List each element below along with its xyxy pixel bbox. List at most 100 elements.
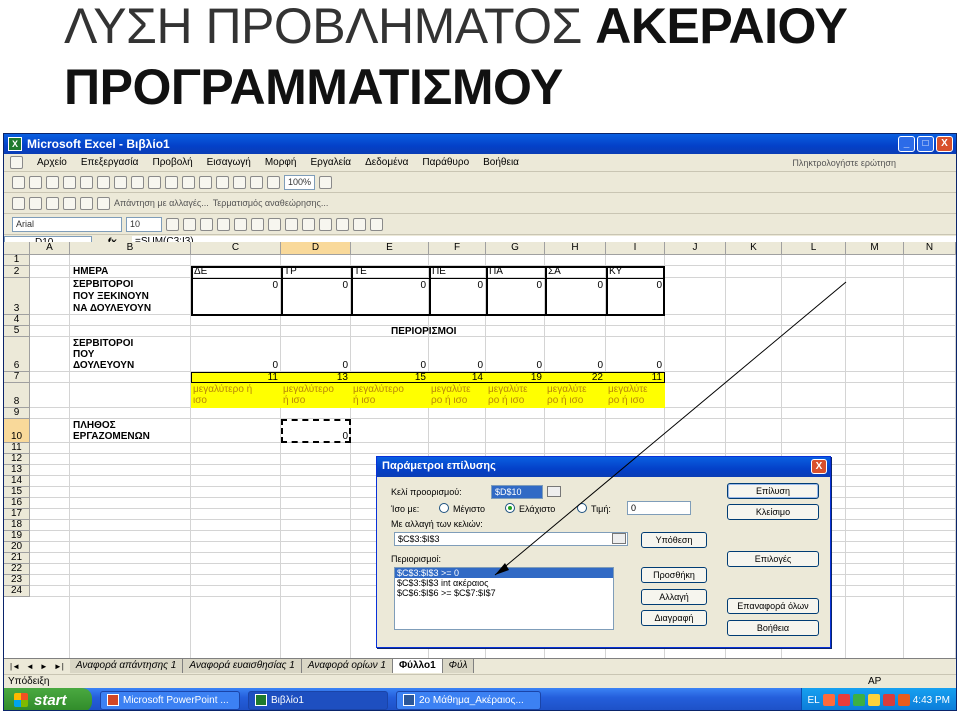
tray-icon-1[interactable]: [822, 694, 835, 706]
review-icon-6[interactable]: [97, 196, 110, 210]
tab-limits-report[interactable]: Αναφορά ορίων 1: [301, 659, 393, 673]
cut-icon[interactable]: [114, 175, 127, 189]
review-icon-1[interactable]: [12, 196, 25, 210]
radio-value[interactable]: [577, 503, 587, 513]
cell-b6[interactable]: ΣΕΡΒΙΤΟΡΟΙ: [73, 338, 133, 349]
align-left-icon[interactable]: [217, 217, 230, 231]
target-cell-input[interactable]: $D$10: [491, 485, 543, 499]
copy-icon[interactable]: [131, 175, 144, 189]
cell-b3[interactable]: ΣΕΡΒΙΤΟΡΟΙ: [73, 279, 133, 290]
review-icon-2[interactable]: [29, 196, 42, 210]
cell-b10[interactable]: ΠΛΗΘΟΣ: [73, 420, 116, 431]
cell-b3[interactable]: ΝΑ ΔΟΥΛΕΥΟΥΝ: [73, 303, 151, 314]
constraint-item[interactable]: $C$3:$I$3 int ακέραιος: [395, 578, 613, 588]
column-header-d[interactable]: D: [281, 242, 351, 255]
reset-all-button[interactable]: Επαναφορά όλων: [727, 598, 819, 614]
changing-ref-icon[interactable]: [612, 533, 626, 544]
row-header-24[interactable]: 24: [4, 586, 30, 597]
font-select[interactable]: Arial: [12, 216, 122, 232]
review-icon-4[interactable]: [63, 196, 76, 210]
cell-row6[interactable]: 0: [281, 360, 351, 371]
tab-sheet1[interactable]: Φύλλο1: [392, 659, 443, 673]
row-header-6[interactable]: 6: [4, 337, 30, 372]
radio-max[interactable]: [439, 503, 449, 513]
tab-sensitivity-report[interactable]: Αναφορά ευαισθησίας 1: [183, 659, 302, 673]
prev-sheet-button[interactable]: ◄: [26, 662, 34, 671]
column-header-c[interactable]: C: [191, 242, 281, 255]
close-button[interactable]: X: [936, 136, 953, 152]
menu-window[interactable]: Παράθυρο: [422, 157, 469, 168]
cell-b3[interactable]: ΠΟΥ ΞΕΚΙΝΟΥΝ: [73, 291, 149, 302]
changing-cells-input[interactable]: $C$3:$I$3: [394, 532, 628, 546]
options-button[interactable]: Επιλογές: [727, 551, 819, 567]
tab-sheet-partial[interactable]: Φύλ: [442, 659, 475, 673]
ask-question-box[interactable]: Πληκτρολογήστε ερώτηση: [792, 158, 896, 168]
new-icon[interactable]: [12, 175, 25, 189]
first-sheet-button[interactable]: |◄: [10, 662, 20, 671]
row-header-2[interactable]: 2: [4, 266, 30, 278]
constraints-list[interactable]: $C$3:$I$3 >= 0 $C$3:$I$3 int ακέραιος $C…: [394, 567, 614, 630]
reply-with-changes[interactable]: Απάντηση με αλλαγές...: [114, 198, 209, 208]
dialog-close-icon[interactable]: X: [811, 459, 827, 474]
help-icon[interactable]: [319, 175, 333, 189]
constraint-item[interactable]: $C$6:$I$6 >= $C$7:$I$7: [395, 588, 613, 598]
save-icon[interactable]: [46, 175, 59, 189]
hyperlink-icon[interactable]: [199, 175, 212, 189]
open-icon[interactable]: [29, 175, 42, 189]
drawing-icon[interactable]: [267, 175, 280, 189]
cell-row6[interactable]: 0: [486, 360, 545, 371]
column-header-h[interactable]: H: [545, 242, 606, 255]
align-center-icon[interactable]: [234, 217, 247, 231]
value-of-input[interactable]: 0: [627, 501, 691, 515]
zoom-select[interactable]: 100%: [284, 174, 316, 190]
font-size-select[interactable]: 10: [126, 216, 162, 232]
menu-data[interactable]: Δεδομένα: [365, 157, 408, 168]
column-header-k[interactable]: K: [726, 242, 782, 255]
row-header-3[interactable]: 3: [4, 278, 30, 315]
bold-icon[interactable]: [166, 217, 179, 231]
cell-row6[interactable]: 0: [429, 360, 486, 371]
cell-row3[interactable]: 0: [351, 280, 429, 291]
tray-icon-3[interactable]: [852, 694, 865, 706]
change-button[interactable]: Αλλαγή: [641, 589, 707, 605]
radio-min[interactable]: [505, 503, 515, 513]
language-indicator[interactable]: EL: [808, 695, 820, 706]
sort-icon[interactable]: [233, 175, 246, 189]
tray-icon-5[interactable]: [882, 694, 895, 706]
review-icon-5[interactable]: [80, 196, 93, 210]
print-icon[interactable]: [63, 175, 76, 189]
cell-row8-line1[interactable]: μεγαλύτερο: [353, 384, 431, 395]
cell-b2[interactable]: ΗΜΕΡΑ: [73, 266, 194, 277]
help-button[interactable]: Βοήθεια: [727, 620, 819, 636]
chart-icon[interactable]: [250, 175, 263, 189]
column-header-l[interactable]: L: [782, 242, 846, 255]
menu-file[interactable]: Αρχείο: [37, 157, 67, 168]
cell-row8-line1[interactable]: μεγαλύτε: [431, 384, 488, 395]
cell-row3[interactable]: 0: [281, 280, 351, 291]
column-header-n[interactable]: N: [904, 242, 956, 255]
italic-icon[interactable]: [183, 217, 196, 231]
cell-row8-line2[interactable]: ή ισο: [283, 395, 353, 406]
preview-icon[interactable]: [80, 175, 93, 189]
last-sheet-button[interactable]: ►|: [54, 662, 64, 671]
underline-icon[interactable]: [200, 217, 213, 231]
paste-icon[interactable]: [148, 175, 161, 189]
cell-row8-line1[interactable]: μεγαλύτερο ή: [193, 384, 283, 395]
cell-row8-line2[interactable]: ρο ή ισο: [547, 395, 608, 406]
borders-icon[interactable]: [336, 217, 349, 231]
column-header-g[interactable]: G: [486, 242, 545, 255]
menu-edit[interactable]: Επεξεργασία: [81, 157, 139, 168]
maximize-button[interactable]: □: [917, 136, 934, 152]
cell-row6[interactable]: 0: [351, 360, 429, 371]
row-header-10[interactable]: 10: [4, 419, 30, 443]
next-sheet-button[interactable]: ►: [40, 662, 48, 671]
row-header-5[interactable]: 5: [4, 326, 30, 337]
column-header-f[interactable]: F: [429, 242, 486, 255]
cell-row3[interactable]: 0: [429, 280, 486, 291]
cell-b6[interactable]: ΔΟΥΛΕΥΟΥΝ: [73, 360, 134, 371]
constraint-item[interactable]: $C$3:$I$3 >= 0: [395, 568, 613, 578]
cell-row8-line2[interactable]: ρο ή ισο: [431, 395, 488, 406]
euro-icon[interactable]: [319, 217, 332, 231]
solve-button[interactable]: Επίλυση: [727, 483, 819, 499]
cell-row3[interactable]: 0: [545, 280, 606, 291]
